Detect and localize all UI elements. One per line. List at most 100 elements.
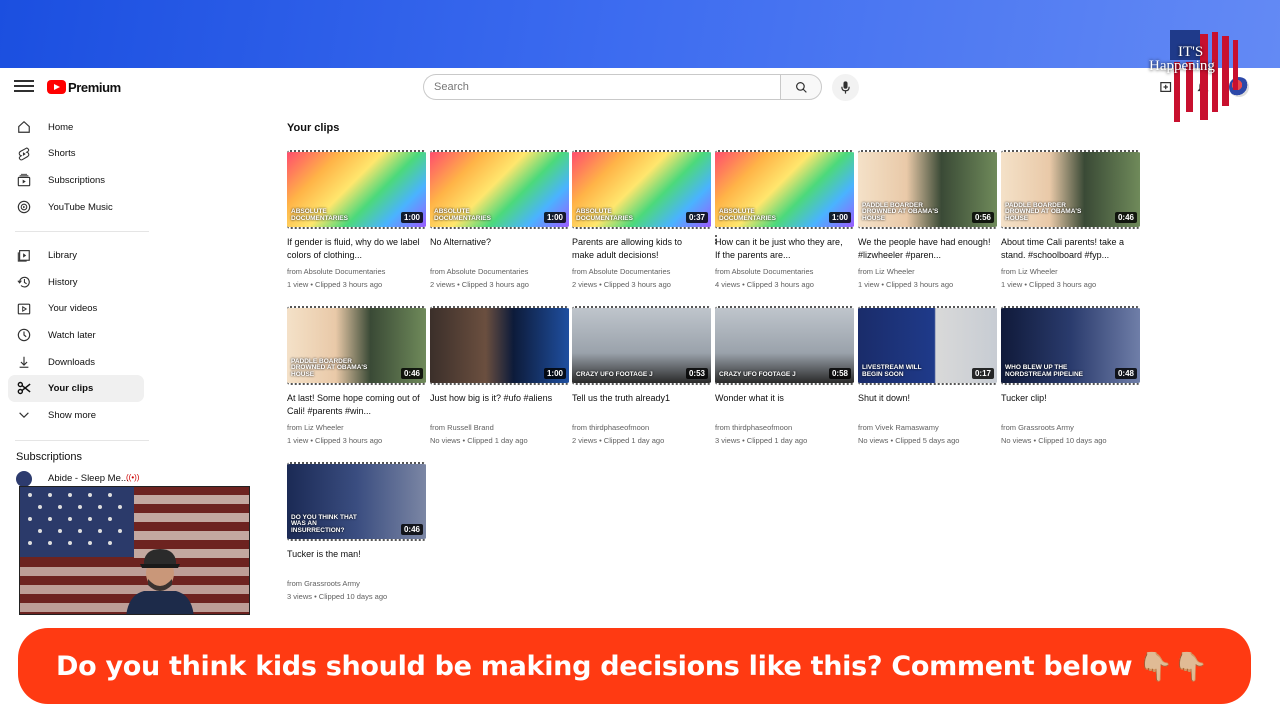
channel-avatar xyxy=(16,470,32,487)
clip-thumbnail[interactable]: ABSOLUTE DOCUMENTARIES 1:00 xyxy=(430,150,569,229)
sidebar-item-history[interactable]: History xyxy=(8,269,144,296)
clip-stats: 1 view • Clipped 3 hours ago xyxy=(287,279,383,289)
clip-title[interactable]: If gender is fluid, why do we label colo… xyxy=(287,236,426,262)
search-input[interactable] xyxy=(423,74,781,100)
clip-thumbnail[interactable]: CRAZY UFO FOOTAGE J 0:58 xyxy=(715,306,854,385)
clip-title[interactable]: No Alternative? xyxy=(430,236,569,262)
thumbnail-caption: who blew up the Nordstream pipeline xyxy=(1005,364,1084,379)
clip-card[interactable]: 1:00 Just how big is it? #ufo #aliens from… xyxy=(430,306,569,447)
clip-thumbnail[interactable]: who blew up the Nordstream pipeline 0:48 xyxy=(1001,306,1140,385)
sidebar-item-subscriptions[interactable]: Subscriptions xyxy=(8,167,144,194)
clip-title[interactable]: Wonder what it is xyxy=(715,392,854,418)
sidebar-item-youtube-music[interactable]: YouTube Music xyxy=(8,194,144,221)
sidebar-item-show-more[interactable]: Show more xyxy=(8,402,144,429)
clip-thumbnail[interactable]: 1:00 xyxy=(430,306,569,385)
clip-channel: from Liz Wheeler xyxy=(1001,267,1058,276)
clip-stats: No views • Clipped 5 days ago xyxy=(858,435,960,445)
clip-title[interactable]: Shut it down! xyxy=(858,392,997,418)
banner-text: Do you think kids should be making decis… xyxy=(56,650,1133,682)
clip-duration-badge: 0:58 xyxy=(828,368,851,379)
clip-card[interactable]: PADDLE BOARDER DROWNED AT OBAMA'S HOUSE 0… xyxy=(858,150,997,291)
clip-title[interactable]: About time Cali parents! take a stand. #… xyxy=(1001,236,1140,262)
search-button[interactable] xyxy=(780,74,822,100)
sidebar-item-watch-later[interactable]: Watch later xyxy=(8,322,144,349)
clip-title[interactable]: At last! Some hope coming out of Cali! #… xyxy=(287,392,426,418)
sidebar-item-label: History xyxy=(48,276,78,288)
clip-meta: from Absolute Documentaries 1 view • Clip… xyxy=(287,266,426,291)
sidebar-item-label: Home xyxy=(48,121,74,133)
clip-title[interactable]: Tell us the truth already1 xyxy=(572,392,711,418)
chevron-down-icon xyxy=(19,412,29,418)
sidebar-item-label: Library xyxy=(48,250,78,262)
clip-title[interactable]: Tucker clip! xyxy=(1001,392,1140,418)
clip-stats: 1 view • Clipped 3 hours ago xyxy=(858,279,954,289)
menu-icon[interactable] xyxy=(14,78,34,94)
clip-card[interactable]: who blew up the Nordstream pipeline 0:48 T… xyxy=(1001,306,1140,447)
clip-duration-badge: 1:00 xyxy=(828,212,851,223)
clip-card[interactable]: ABSOLUTE DOCUMENTARIES 1:00 How can it be … xyxy=(715,150,854,291)
clip-card[interactable]: CRAZY UFO FOOTAGE J 0:58 Wonder what it is… xyxy=(715,306,854,447)
thumbnail-caption: CRAZY UFO FOOTAGE J xyxy=(576,371,653,379)
sidebar: Home Shorts Subscriptions YouTube Music … xyxy=(0,114,150,489)
youtube-premium-logo[interactable]: Premium xyxy=(47,78,121,96)
sidebar-item-downloads[interactable]: Downloads xyxy=(8,349,144,376)
clip-thumbnail[interactable]: Do you think that was an insurrection? 0:… xyxy=(287,462,426,541)
clip-thumbnail[interactable]: LIVESTREAM WILL BEGIN SOON 0:17 xyxy=(858,306,997,385)
clip-duration-badge: 0:46 xyxy=(1114,212,1137,223)
clip-stats: 2 views • Clipped 1 day ago xyxy=(572,435,665,445)
sidebar-item-label: Your clips xyxy=(48,383,94,395)
clip-channel: from Vivek Ramaswamy xyxy=(858,423,939,432)
watch-later-icon xyxy=(17,328,31,342)
clip-thumbnail[interactable]: PADDLE BOARDER DROWNED AT OBAMA'S HOUSE 0… xyxy=(287,306,426,385)
clip-thumbnail[interactable]: ABSOLUTE DOCUMENTARIES 1:00 xyxy=(287,150,426,229)
clip-card[interactable]: ABSOLUTE DOCUMENTARIES 1:00 If gender is f… xyxy=(287,150,426,291)
voice-search-button[interactable] xyxy=(832,74,859,101)
clip-card[interactable]: ABSOLUTE DOCUMENTARIES 1:00 No Alternative… xyxy=(430,150,569,291)
clip-channel: from Absolute Documentaries xyxy=(287,267,386,276)
clip-channel: from thirdphaseofmoon xyxy=(572,423,650,432)
clip-card[interactable]: CRAZY UFO FOOTAGE J 0:53 Tell us the truth… xyxy=(572,306,711,447)
sidebar-item-your-clips[interactable]: Your clips xyxy=(8,375,144,402)
clip-card[interactable]: PADDLE BOARDER DROWNED AT OBAMA'S HOUSE 0… xyxy=(287,306,426,447)
sidebar-item-home[interactable]: Home xyxy=(8,114,144,141)
clip-meta: from Liz Wheeler 1 view • Clipped 3 hours… xyxy=(287,422,426,447)
live-indicator-icon: ((•)) xyxy=(126,472,140,482)
clip-card[interactable]: ABSOLUTE DOCUMENTARIES 0:37 Parents are al… xyxy=(572,150,718,291)
clip-title[interactable]: Just how big is it? #ufo #aliens xyxy=(430,392,569,418)
clip-meta: from Grassroots Army No views • Clipped 1… xyxy=(1001,422,1140,447)
clip-duration-badge: 1:00 xyxy=(543,212,566,223)
clip-duration-badge: 0:53 xyxy=(685,368,708,379)
clip-thumbnail[interactable]: PADDLE BOARDER DROWNED AT OBAMA'S HOUSE 0… xyxy=(858,150,997,229)
brand-text-line2: Happening xyxy=(1149,58,1215,74)
clip-stats: 3 views • Clipped 10 days ago xyxy=(287,591,388,601)
download-icon xyxy=(19,356,29,368)
clip-duration-badge: 0:56 xyxy=(971,212,994,223)
clip-thumbnail[interactable]: ABSOLUTE DOCUMENTARIES 1:00 xyxy=(715,150,854,229)
sidebar-divider xyxy=(15,231,149,233)
sidebar-item-library[interactable]: Library xyxy=(8,242,144,269)
clip-title[interactable]: We the people have had enough! #lizwheel… xyxy=(858,236,997,262)
clip-channel: from Absolute Documentaries xyxy=(572,267,671,276)
clip-meta: from Grassroots Army 3 views • Clipped 10… xyxy=(287,578,426,603)
thumbnail-caption: ABSOLUTE DOCUMENTARIES xyxy=(291,208,348,223)
clip-thumbnail[interactable]: ABSOLUTE DOCUMENTARIES 0:37 xyxy=(572,150,711,229)
clip-thumbnail[interactable]: PADDLE BOARDER DROWNED AT OBAMA'S HOUSE 0… xyxy=(1001,150,1140,229)
youtube-play-icon xyxy=(47,80,66,94)
clip-thumbnail[interactable]: CRAZY UFO FOOTAGE J 0:53 xyxy=(572,306,711,385)
search-icon xyxy=(795,81,807,93)
clip-meta: from Absolute Documentaries 4 views • Cli… xyxy=(715,266,854,291)
clip-card[interactable]: LIVESTREAM WILL BEGIN SOON 0:17 Shut it do… xyxy=(858,306,997,447)
clip-title[interactable]: How can it be just who they are, If the … xyxy=(715,236,854,262)
clip-meta: from thirdphaseofmoon 2 views • Clipped 1… xyxy=(572,422,711,447)
clip-card[interactable]: Do you think that was an insurrection? 0:… xyxy=(287,462,426,603)
sidebar-item-your-videos[interactable]: Your videos xyxy=(8,296,144,323)
clip-title[interactable]: Tucker is the man! xyxy=(287,548,426,574)
clip-title[interactable]: Parents are allowing kids to make adult … xyxy=(572,236,711,262)
clip-duration-badge: 0:48 xyxy=(1114,368,1137,379)
clip-meta: from Vivek Ramaswamy No views • Clipped 5… xyxy=(858,422,997,447)
thumbnail-caption: Do you think that was an insurrection? xyxy=(291,513,357,535)
sidebar-item-shorts[interactable]: Shorts xyxy=(8,141,144,168)
thumbnail-caption: PADDLE BOARDER DROWNED AT OBAMA'S HOUSE xyxy=(862,201,939,223)
clip-card[interactable]: PADDLE BOARDER DROWNED AT OBAMA'S HOUSE 0… xyxy=(1001,150,1140,291)
scissors-icon xyxy=(17,382,31,395)
